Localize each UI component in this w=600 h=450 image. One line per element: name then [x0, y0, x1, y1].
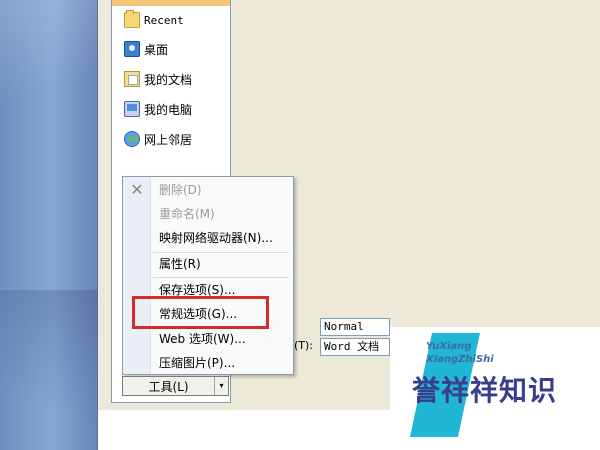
menu-separator [153, 252, 289, 253]
menu-item-rename[interactable]: 重命名(M) [159, 204, 215, 224]
background-shadow [0, 290, 97, 450]
menu-icon-gutter [123, 177, 151, 374]
file-name-field[interactable]: Normal [320, 318, 390, 336]
watermark-line1: YuXiang [426, 341, 472, 352]
watermark-english-text: YuXiang XiangZhiShi [426, 340, 494, 366]
desktop-background [0, 0, 97, 450]
place-label: 桌面 [144, 42, 169, 57]
place-label: Recent [144, 13, 184, 27]
watermark-logo: YuXiang XiangZhiShi 誉祥祥知识 [390, 327, 600, 437]
background-highlight [0, 0, 97, 120]
place-recent[interactable]: Recent [124, 9, 228, 31]
file-type-field[interactable]: Word 文档 [320, 338, 390, 356]
place-network[interactable]: 网上邻居 [124, 128, 228, 150]
highlight-annotation [132, 296, 269, 329]
menu-item-delete[interactable]: 删除(D) [159, 180, 202, 200]
places-selected-item[interactable] [112, 0, 230, 6]
tools-context-menu: ✕ 删除(D) 重命名(M) 映射网络驱动器(N)... 属性(R) 保存选项(… [122, 176, 294, 375]
watermark-line2: XiangZhiShi [426, 354, 494, 365]
tools-button-label: 工具(L) [148, 379, 189, 394]
chevron-down-icon[interactable]: ▾ [214, 377, 228, 395]
place-desktop[interactable]: 桌面 [124, 38, 228, 60]
place-label: 网上邻居 [144, 132, 193, 147]
place-my-computer[interactable]: 我的电脑 [124, 98, 228, 120]
folder-icon [124, 10, 140, 28]
delete-x-icon: ✕ [130, 180, 144, 199]
menu-item-web-options[interactable]: Web 选项(W)... [159, 329, 246, 349]
menu-separator [153, 277, 289, 278]
tools-button[interactable]: 工具(L) ▾ [122, 376, 229, 396]
file-type-label: (T): [294, 339, 314, 352]
menu-item-properties[interactable]: 属性(R) [159, 254, 201, 274]
my-documents-icon [124, 71, 140, 87]
network-icon [124, 131, 140, 147]
place-label: 我的文档 [144, 72, 193, 87]
file-type-value: Word 文档 [324, 340, 380, 353]
watermark-chinese-text: 誉祥祥知识 [412, 374, 558, 407]
file-name-value: Normal [324, 320, 364, 333]
my-computer-icon [124, 101, 140, 117]
menu-item-map-network-drive[interactable]: 映射网络驱动器(N)... [159, 228, 273, 248]
place-label: 我的电脑 [144, 102, 193, 117]
menu-item-compress-pictures[interactable]: 压缩图片(P)... [159, 353, 235, 373]
place-my-documents[interactable]: 我的文档 [124, 68, 228, 90]
desktop-icon [124, 41, 140, 57]
